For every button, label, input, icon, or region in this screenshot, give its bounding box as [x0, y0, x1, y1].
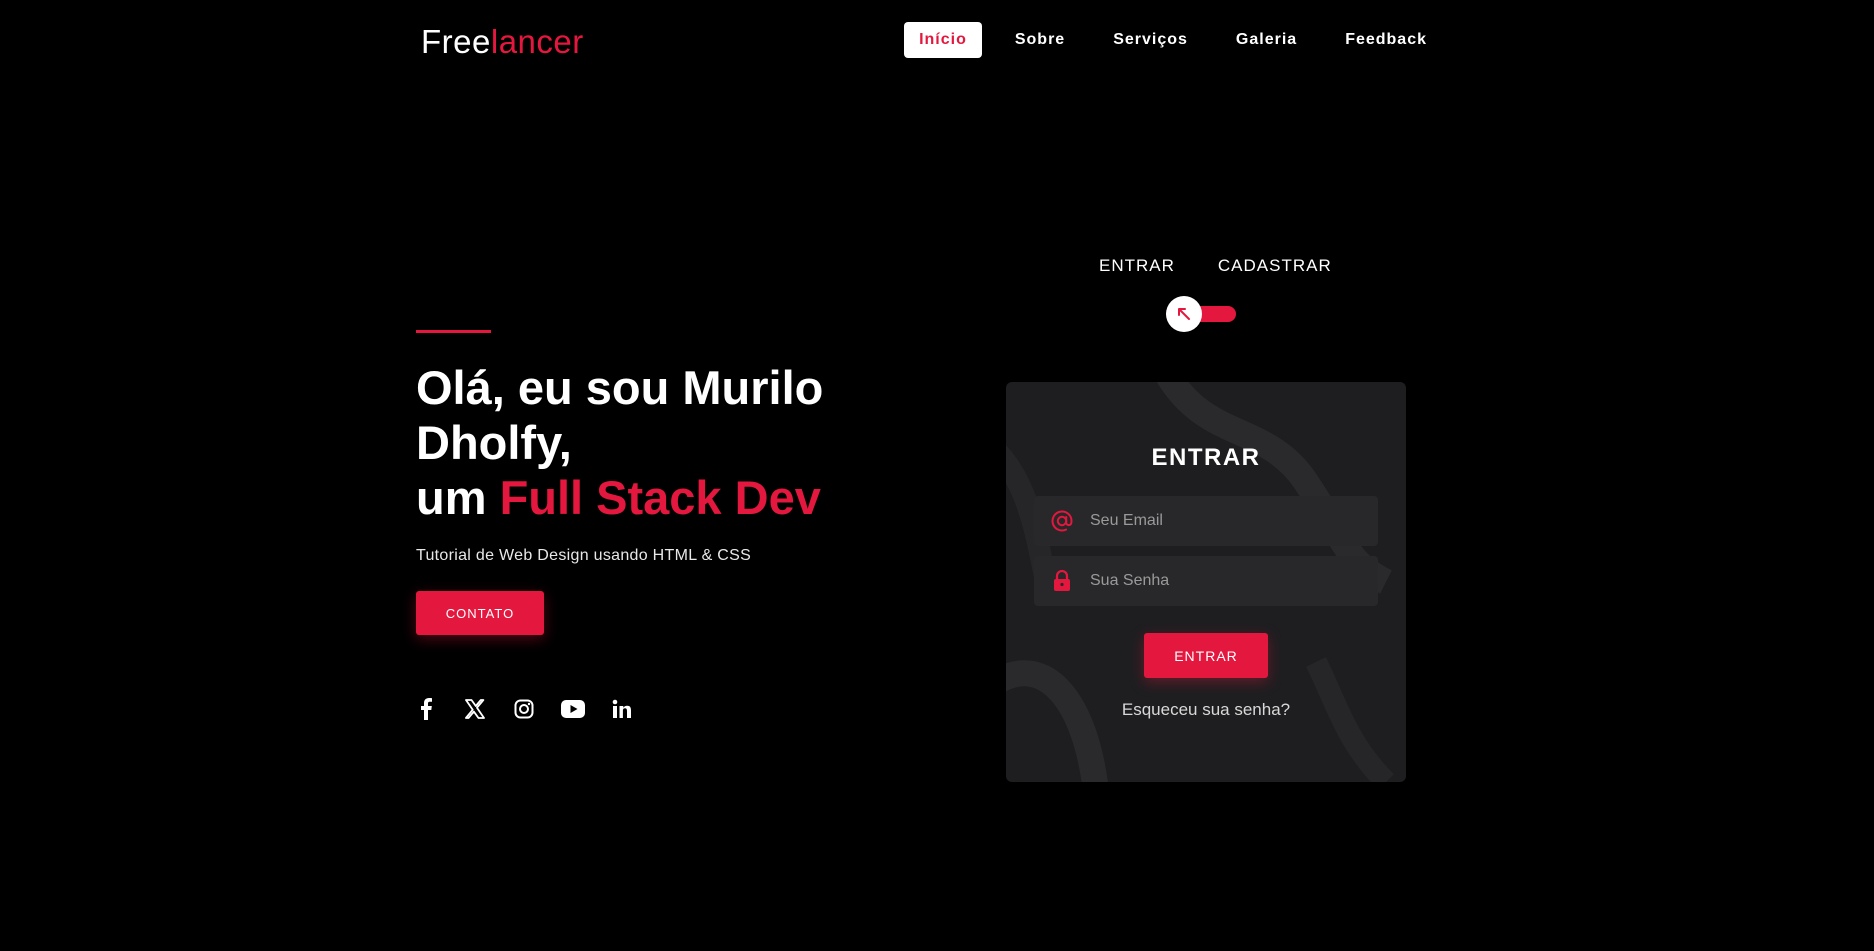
nav-item-servicos[interactable]: Serviços [1098, 22, 1203, 58]
auth-toggle-switch[interactable] [1166, 296, 1202, 332]
hero-accent-line [416, 330, 491, 333]
hero-title-accent: Full Stack Dev [499, 471, 821, 524]
password-field [1034, 556, 1378, 606]
hero-title-prefix: um [416, 471, 500, 524]
hero-subtitle: Tutorial de Web Design usando HTML & CSS [416, 547, 752, 564]
nav-item-sobre[interactable]: Sobre [1000, 22, 1080, 58]
arrow-up-left-icon [1178, 308, 1190, 320]
password-input[interactable] [1090, 556, 1378, 606]
tab-entrar[interactable]: ENTRAR [1099, 256, 1175, 276]
login-title: ENTRAR [1151, 444, 1261, 471]
forgot-password-link[interactable]: Esqueceu sua senha? [1006, 700, 1406, 720]
instagram-icon[interactable] [512, 697, 536, 721]
at-sign-icon [1034, 510, 1090, 532]
facebook-icon[interactable] [414, 697, 438, 721]
auth-toggle-labels: ENTRAR CADASTRAR [1099, 256, 1332, 276]
logo-main: Free [421, 23, 491, 60]
linkedin-icon[interactable] [610, 697, 634, 721]
email-input[interactable] [1090, 496, 1378, 546]
email-field [1034, 496, 1378, 546]
logo-accent: lancer [490, 23, 584, 60]
nav-item-inicio[interactable]: Início [904, 22, 982, 58]
login-card: ENTRAR ENTRAR Esqueceu sua senha? [1006, 382, 1406, 782]
social-links [414, 697, 634, 721]
login-submit-button[interactable]: ENTRAR [1144, 633, 1268, 678]
logo[interactable]: Freelancer [421, 22, 584, 62]
hero-title-line1: Olá, eu sou Murilo Dholfy, [416, 361, 824, 469]
nav-item-feedback[interactable]: Feedback [1330, 22, 1442, 58]
hero-title: Olá, eu sou Murilo Dholfy, um Full Stack… [416, 360, 896, 525]
x-icon[interactable] [463, 697, 487, 721]
youtube-icon[interactable] [561, 697, 585, 721]
tab-cadastrar[interactable]: CADASTRAR [1218, 256, 1332, 276]
nav-item-galeria[interactable]: Galeria [1221, 22, 1312, 58]
page: Freelancer Início Sobre Serviços Galeria… [0, 0, 1874, 951]
contact-button[interactable]: CONTATO [416, 591, 544, 635]
lock-icon [1034, 570, 1090, 592]
main-nav: Início Sobre Serviços Galeria Feedback [904, 22, 1442, 58]
